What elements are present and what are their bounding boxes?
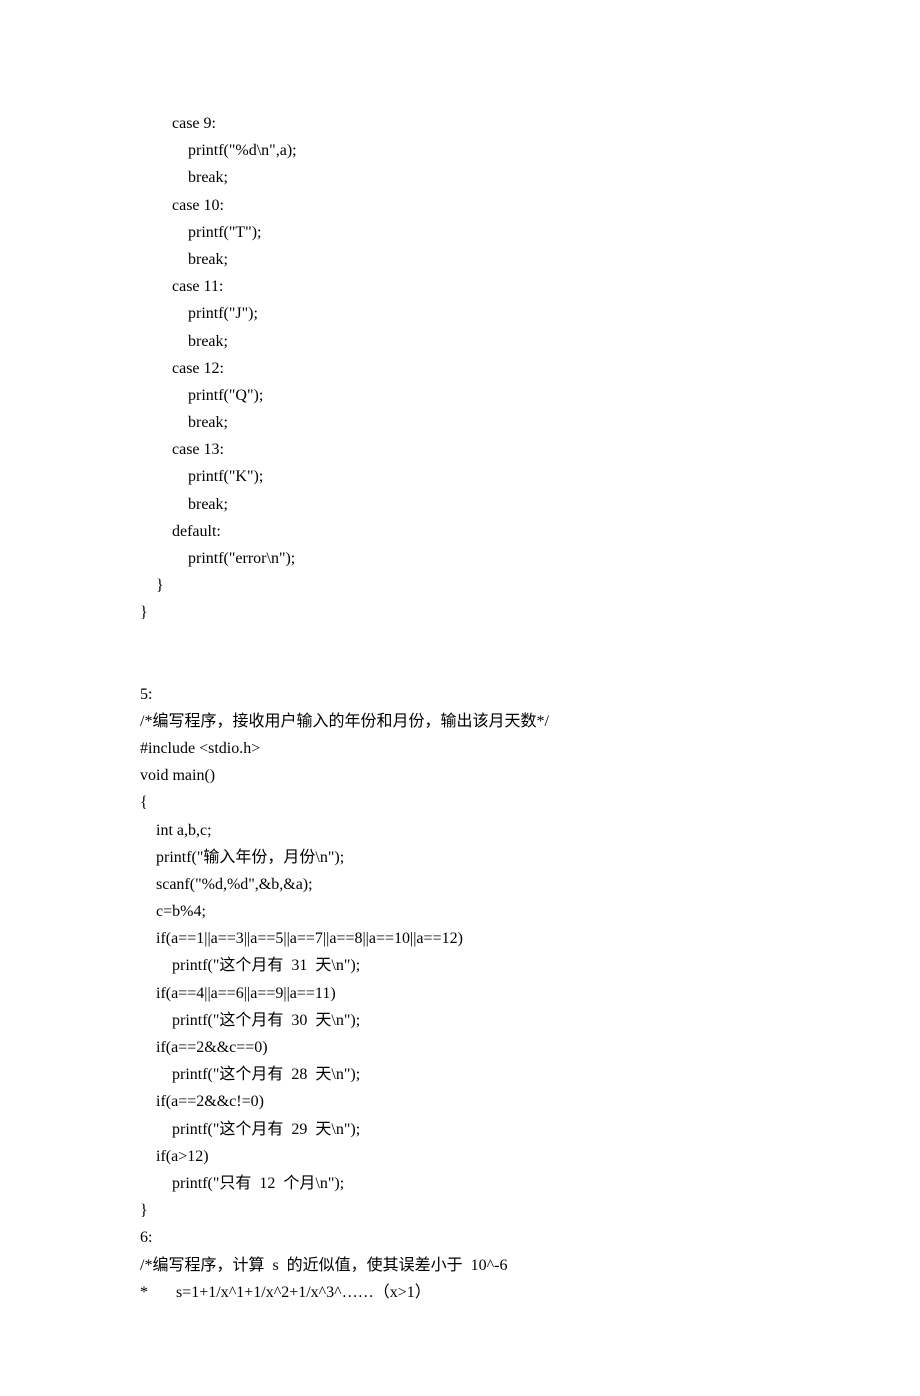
code-line: printf("这个月有 31 天\n"); bbox=[140, 952, 780, 979]
code-line: printf("error\n"); bbox=[140, 545, 780, 572]
code-line: printf("Q"); bbox=[140, 382, 780, 409]
blank-line bbox=[140, 654, 780, 681]
code-line: break; bbox=[140, 491, 780, 518]
code-line: default: bbox=[140, 518, 780, 545]
code-line: if(a==2&&c==0) bbox=[140, 1034, 780, 1061]
code-line: printf("T"); bbox=[140, 219, 780, 246]
code-line: } bbox=[140, 572, 780, 599]
blank-line bbox=[140, 627, 780, 654]
section-header: 5: bbox=[140, 681, 780, 708]
code-line: printf("K"); bbox=[140, 463, 780, 490]
code-line: case 12: bbox=[140, 355, 780, 382]
code-line: break; bbox=[140, 164, 780, 191]
code-line: case 11: bbox=[140, 273, 780, 300]
code-line: case 13: bbox=[140, 436, 780, 463]
code-line: break; bbox=[140, 328, 780, 355]
code-line: int a,b,c; bbox=[140, 817, 780, 844]
code-line: void main() bbox=[140, 762, 780, 789]
code-line: printf("这个月有 30 天\n"); bbox=[140, 1007, 780, 1034]
code-line: { bbox=[140, 789, 780, 816]
code-line: printf("输入年份，月份\n"); bbox=[140, 844, 780, 871]
code-line: printf("这个月有 28 天\n"); bbox=[140, 1061, 780, 1088]
code-comment: /*编写程序，计算 s 的近似值，使其误差小于 10^-6 bbox=[140, 1252, 780, 1279]
code-line: printf("这个月有 29 天\n"); bbox=[140, 1116, 780, 1143]
code-comment: /*编写程序，接收用户输入的年份和月份，输出该月天数*/ bbox=[140, 708, 780, 735]
code-line: } bbox=[140, 599, 780, 626]
code-line: c=b%4; bbox=[140, 898, 780, 925]
document-page: case 9: printf("%d\n",a); break; case 10… bbox=[0, 0, 920, 1396]
code-line: if(a==1||a==3||a==5||a==7||a==8||a==10||… bbox=[140, 925, 780, 952]
code-line: break; bbox=[140, 246, 780, 273]
code-line: } bbox=[140, 1197, 780, 1224]
code-line: if(a==4||a==6||a==9||a==11) bbox=[140, 980, 780, 1007]
code-line: printf("J"); bbox=[140, 300, 780, 327]
code-line: if(a==2&&c!=0) bbox=[140, 1088, 780, 1115]
section-header: 6: bbox=[140, 1224, 780, 1251]
code-line: printf("只有 12 个月\n"); bbox=[140, 1170, 780, 1197]
code-line: case 9: bbox=[140, 110, 780, 137]
code-line: break; bbox=[140, 409, 780, 436]
code-line: case 10: bbox=[140, 192, 780, 219]
code-line: #include <stdio.h> bbox=[140, 735, 780, 762]
code-line: if(a>12) bbox=[140, 1143, 780, 1170]
code-line: scanf("%d,%d",&b,&a); bbox=[140, 871, 780, 898]
code-line: printf("%d\n",a); bbox=[140, 137, 780, 164]
